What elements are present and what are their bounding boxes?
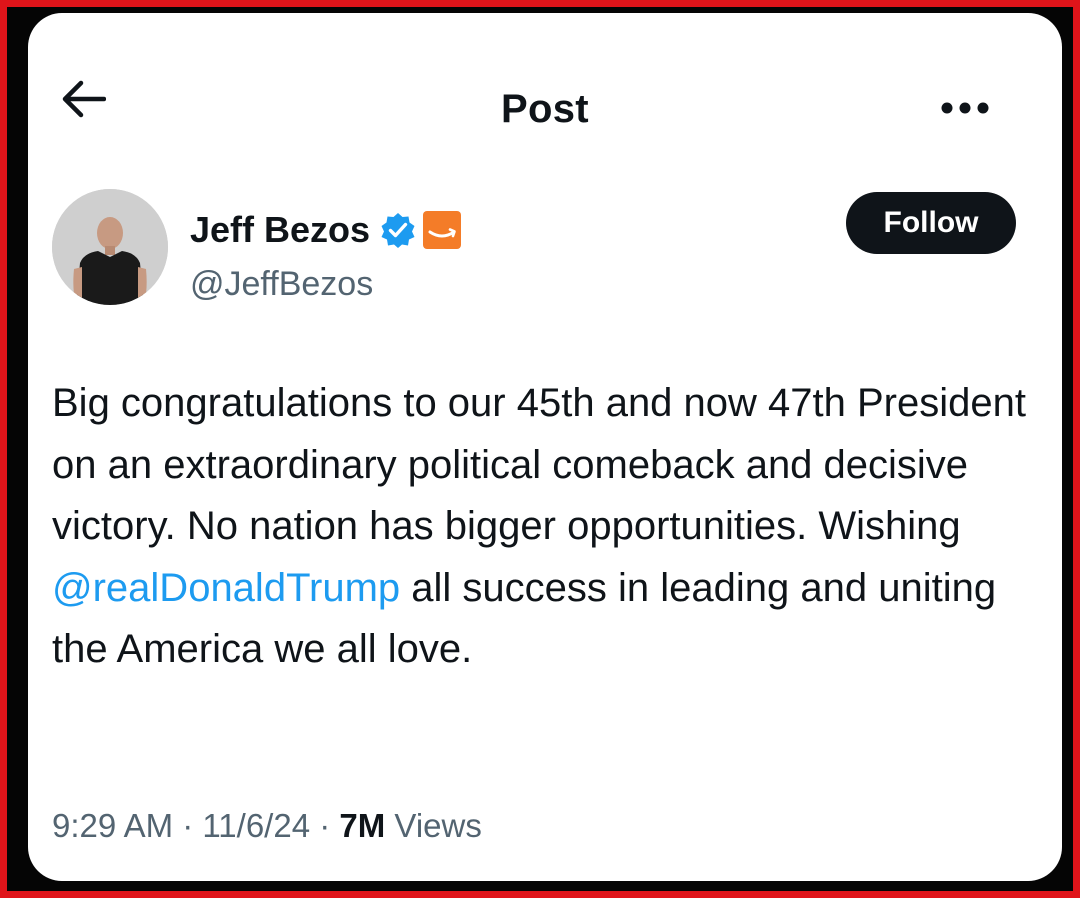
author-handle[interactable]: @JeffBezos [190, 265, 373, 304]
post-date[interactable]: 11/6/24 [202, 807, 310, 844]
more-horizontal-icon [941, 102, 989, 114]
mention-link[interactable]: @realDonaldTrump [52, 566, 400, 610]
post-time[interactable]: 9:29 AM [52, 807, 173, 844]
post-card: Post Jeff Bezos @JeffBezos Follow Big co… [28, 13, 1062, 881]
post-text-part-1: Big congratulations to our 45th and now … [52, 381, 1026, 548]
amazon-affiliate-icon[interactable] [422, 210, 462, 250]
avatar[interactable] [52, 189, 168, 305]
views-label: Views [385, 807, 482, 844]
post-meta: 9:29 AM · 11/6/24 · 7M Views [52, 807, 482, 845]
views-count[interactable]: 7M [339, 807, 385, 844]
author-display-name[interactable]: Jeff Bezos [190, 209, 370, 251]
meta-separator: · [173, 807, 203, 844]
post-text: Big congratulations to our 45th and now … [52, 373, 1042, 681]
meta-separator: · [310, 807, 340, 844]
follow-button[interactable]: Follow [846, 192, 1016, 254]
profile-photo-icon [52, 189, 168, 305]
author-name-row: Jeff Bezos [190, 208, 462, 252]
more-options-button[interactable] [940, 101, 990, 115]
verified-badge-icon [381, 213, 415, 248]
page-title: Post [501, 87, 589, 131]
